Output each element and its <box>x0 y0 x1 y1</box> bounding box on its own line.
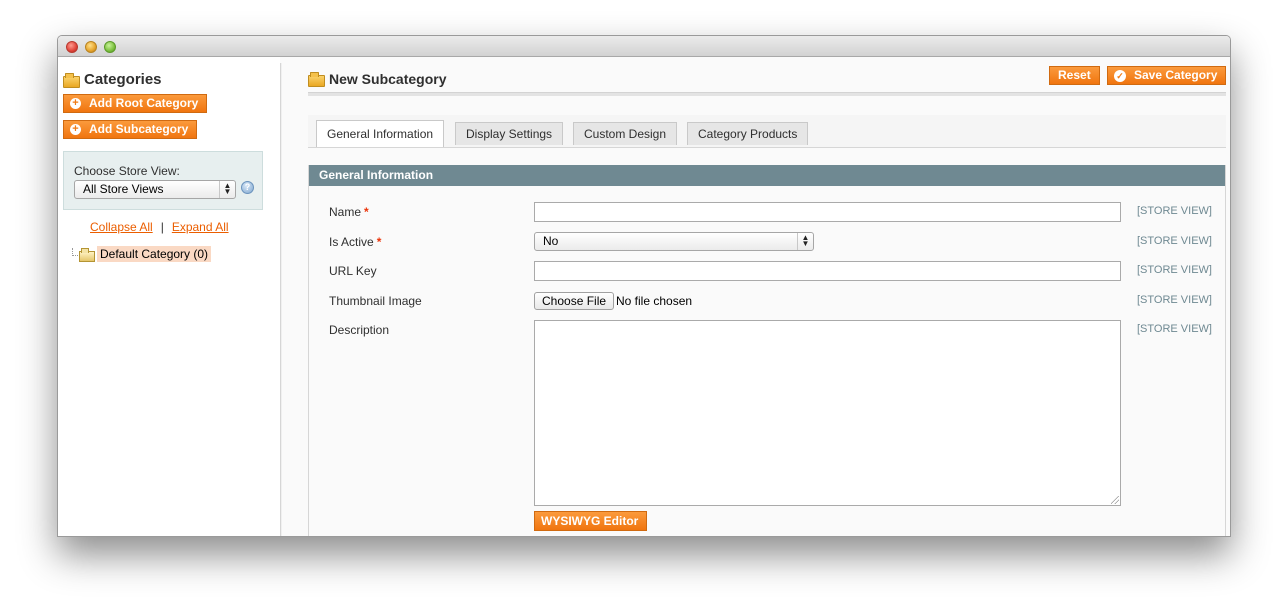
add-subcategory-label: Add Subcategory <box>89 122 189 136</box>
description-label: Description <box>329 323 390 337</box>
store-view-label: Choose Store View: <box>74 164 180 178</box>
folder-icon <box>308 72 325 87</box>
tree-links-separator: | <box>160 220 164 234</box>
store-view-select[interactable]: All Store Views ▲ ▼ <box>74 180 236 199</box>
wysiwyg-editor-button[interactable]: WYSIWYG Editor <box>534 511 648 531</box>
add-subcategory-button[interactable]: + Add Subcategory <box>63 120 198 139</box>
check-circle-icon: ✓ <box>1114 69 1126 82</box>
folder-icon <box>63 72 80 88</box>
tree-controls: Collapse All | Expand All <box>90 220 229 234</box>
save-category-button[interactable]: ✓ Save Category <box>1107 66 1227 85</box>
folder-icon <box>79 247 95 262</box>
help-icon[interactable]: ? <box>241 181 254 194</box>
thumbnail-label: Thumbnail Image <box>329 294 422 308</box>
is-active-value: No <box>543 234 559 248</box>
categories-sidebar: Categories + Add Root Category + Add Sub… <box>58 57 280 536</box>
browser-window: Categories + Add Root Category + Add Sub… <box>57 35 1231 537</box>
url-key-field[interactable] <box>534 261 1121 281</box>
page-title: New Subcategory <box>329 71 447 87</box>
tree-node[interactable]: Default Category (0) <box>72 246 212 262</box>
tab-custom-design[interactable]: Custom Design <box>573 122 678 145</box>
add-root-category-button[interactable]: + Add Root Category <box>63 94 208 113</box>
section-header: General Information <box>309 165 1225 186</box>
close-window-button[interactable] <box>66 41 78 53</box>
page-content: Categories + Add Root Category + Add Sub… <box>58 57 1230 536</box>
tab-bar: General Information Display Settings Cus… <box>308 115 1226 148</box>
resize-grip-icon[interactable] <box>1111 496 1119 504</box>
thumbnail-scope: [STORE VIEW] <box>1137 294 1212 306</box>
page-header: New Subcategory <box>308 71 446 87</box>
zoom-window-button[interactable] <box>104 41 116 53</box>
sidebar-divider <box>280 63 282 536</box>
is-active-select[interactable]: No ▲ ▼ <box>534 232 814 251</box>
expand-all-link[interactable]: Expand All <box>172 220 229 234</box>
tab-display-settings[interactable]: Display Settings <box>455 122 564 145</box>
sidebar-header: Categories <box>63 71 162 88</box>
add-root-category-label: Add Root Category <box>89 96 199 110</box>
tree-node-label[interactable]: Default Category (0) <box>97 246 212 262</box>
tab-category-products[interactable]: Category Products <box>687 122 809 145</box>
is-active-scope: [STORE VIEW] <box>1137 235 1212 247</box>
name-field[interactable] <box>534 202 1121 222</box>
choose-file-button[interactable]: Choose File <box>534 292 615 310</box>
tree-connector <box>72 248 78 256</box>
url-key-scope: [STORE VIEW] <box>1137 264 1212 276</box>
wysiwyg-editor-label: WYSIWYG Editor <box>541 513 639 528</box>
file-status: No file chosen <box>616 294 693 308</box>
url-key-label: URL Key <box>329 264 377 278</box>
sidebar-title: Categories <box>84 71 162 88</box>
header-divider <box>308 92 1226 96</box>
reset-button[interactable]: Reset <box>1049 66 1100 85</box>
store-view-value: All Store Views <box>83 182 164 196</box>
minimize-window-button[interactable] <box>85 41 97 53</box>
collapse-all-link[interactable]: Collapse All <box>90 220 153 234</box>
reset-label: Reset <box>1058 68 1091 82</box>
store-view-box: Choose Store View: All Store Views ▲ ▼ ? <box>63 151 263 210</box>
required-mark: * <box>364 205 369 219</box>
is-active-label: Is Active * <box>329 235 381 249</box>
name-label-text: Name <box>329 205 362 219</box>
name-scope: [STORE VIEW] <box>1137 205 1212 217</box>
window-titlebar <box>58 36 1230 57</box>
tab-general-information[interactable]: General Information <box>316 120 445 147</box>
description-textarea[interactable] <box>534 320 1121 506</box>
plus-circle-icon: + <box>70 124 81 135</box>
select-arrows-icon: ▲ ▼ <box>219 181 235 198</box>
description-scope: [STORE VIEW] <box>1137 323 1212 335</box>
required-mark: * <box>376 235 382 249</box>
select-arrows-icon: ▲ ▼ <box>797 233 813 250</box>
plus-circle-icon: + <box>70 98 81 109</box>
is-active-label-text: Is Active <box>329 235 374 249</box>
main-panel: New Subcategory Reset ✓ Save Category Ge… <box>308 57 1230 536</box>
name-label: Name * <box>329 205 369 219</box>
save-category-label: Save Category <box>1134 68 1218 82</box>
general-information-section: General Information Name * [STORE VIEW] I… <box>308 165 1226 536</box>
